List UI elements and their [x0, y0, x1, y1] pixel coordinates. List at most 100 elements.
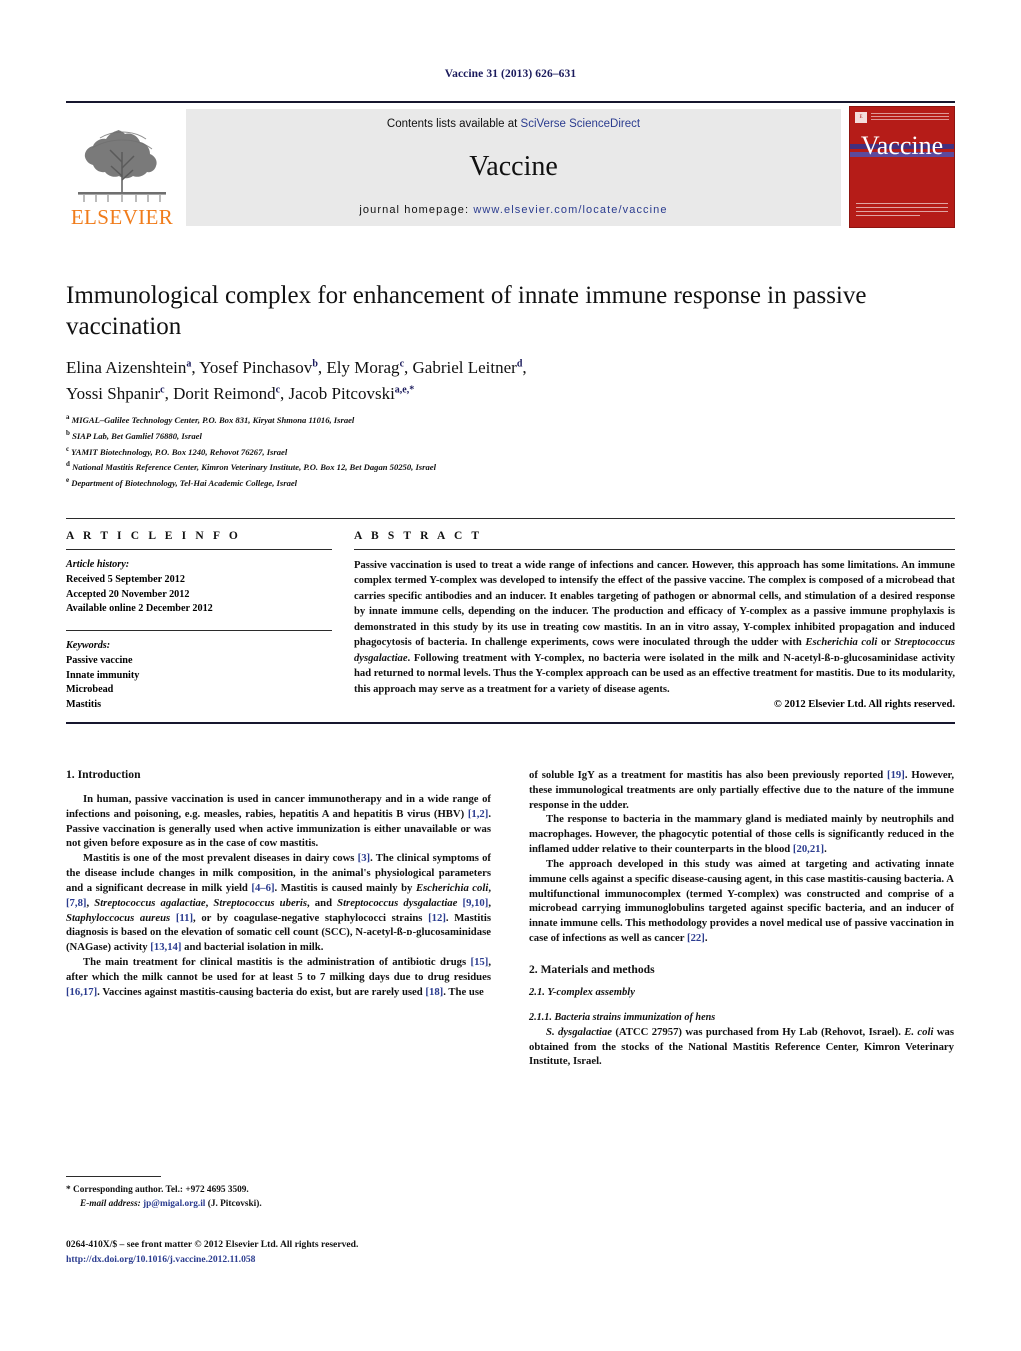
citation-ref[interactable]: [9,10]	[463, 897, 489, 909]
author-affil-marker[interactable]: c	[400, 358, 404, 369]
body-column-left: 1. Introduction In human, passive vaccin…	[66, 768, 491, 1238]
text-run: (ATCC 27957) was purchased from Hy Lab (…	[611, 1025, 905, 1038]
email-line: E-mail address: jp@migal.org.il (J. Pitc…	[66, 1198, 491, 1212]
sciencedirect-link[interactable]: SciVerse ScienceDirect	[521, 118, 641, 130]
intro-paragraph-5: The response to bacteria in the mammary …	[529, 812, 954, 856]
cover-header-row: E	[855, 111, 949, 123]
text-run: . The use	[443, 985, 484, 998]
affiliation-text: National Mastitis Reference Center, Kimr…	[72, 462, 436, 473]
author-name: Yosef Pinchasov	[199, 358, 313, 377]
band-bottom-rule	[66, 722, 955, 725]
affiliation-marker: b	[66, 428, 70, 437]
intro-paragraph-1: In human, passive vaccination is used in…	[66, 792, 491, 851]
citation-ref[interactable]: [19]	[887, 769, 905, 781]
article-info-label: A R T I C L E I N F O	[66, 530, 241, 542]
author-affil-marker[interactable]: c	[276, 384, 280, 395]
keyword-item: Microbead	[66, 684, 114, 696]
text-run: The response to bacteria in the mammary …	[529, 813, 954, 856]
text-run: ,	[488, 881, 492, 894]
author-name: Elina Aizenshtein	[66, 358, 187, 377]
affiliation-text: YAMIT Biotechnology, P.O. Box 1240, Reho…	[71, 446, 288, 457]
species-name: Escherichia coli	[415, 881, 489, 894]
author-affil-marker[interactable]: b	[312, 358, 318, 369]
species-name: S. dysgalactiae	[546, 1025, 612, 1038]
text-run: .	[704, 931, 708, 944]
issn-line: 0264-410X/$ – see front matter © 2012 El…	[66, 1239, 359, 1250]
keywords-block: Keywords: Passive vaccine Innate immunit…	[66, 630, 332, 713]
author-affil-marker[interactable]: a	[186, 358, 191, 369]
species-name: Staphyloccocus aureus	[66, 911, 171, 924]
abstract-part-2: . Following treatment with Y-complex, no…	[354, 652, 955, 695]
citation-ref[interactable]: [3]	[358, 852, 370, 864]
citation-ref[interactable]: [7,8]	[66, 897, 86, 909]
text-run: The approach developed in this study was…	[529, 857, 954, 944]
species-name: E. coli	[904, 1025, 934, 1038]
citation-ref[interactable]: [22]	[687, 932, 705, 944]
journal-cover-thumbnail[interactable]: E Vaccine	[849, 106, 955, 228]
masthead-center-panel: Contents lists available at SciVerse Sci…	[186, 109, 841, 226]
corresponding-author-text: Corresponding author. Tel.: +972 4695 35…	[72, 1185, 249, 1195]
elsevier-wordmark: ELSEVIER	[70, 205, 174, 229]
author-affil-marker[interactable]: d	[517, 358, 523, 369]
text-run: of soluble IgY as a treatment for mastit…	[529, 769, 888, 781]
body-columns: 1. Introduction In human, passive vaccin…	[66, 768, 955, 1238]
email-link[interactable]: jp@migal.org.il	[143, 1199, 205, 1209]
affiliation-text: SIAP Lab, Bet Gamliel 76880, Israel	[72, 430, 202, 441]
keyword-item: Mastitis	[66, 699, 102, 711]
author-name: Jacob Pitcovski	[288, 383, 395, 403]
citation-ref[interactable]: [18]	[425, 986, 443, 998]
intro-paragraph-4: of soluble IgY as a treatment for mastit…	[529, 768, 954, 812]
contents-prefix: Contents lists available at	[386, 118, 521, 130]
article-info-column: A R T I C L E I N F O Article history: R…	[66, 530, 332, 713]
issn-copyright-block: 0264-410X/$ – see front matter © 2012 El…	[66, 1238, 566, 1268]
history-item: Available online 2 December 2012	[66, 603, 213, 615]
subsubsection-heading-bacteria-strains: 2.1.1. Bacteria strains immunization of …	[529, 1011, 716, 1023]
text-run: , and	[307, 896, 338, 909]
cover-elsevier-mark-icon: E	[855, 111, 867, 123]
citation-ref[interactable]: [11]	[176, 912, 193, 924]
keyword-item: Innate immunity	[66, 669, 140, 681]
citation-ref[interactable]: [12]	[428, 912, 446, 924]
text-run: In human, passive vaccination is used in…	[66, 793, 491, 820]
affiliation-item: c YAMIT Biotechnology, P.O. Box 1240, Re…	[66, 444, 896, 460]
author-affil-marker[interactable]: a,e,*	[395, 384, 414, 395]
abstract-label: A B S T R A C T	[354, 530, 483, 542]
text-run: Mastitis is one of the most prevalent di…	[83, 852, 358, 865]
affiliation-marker: e	[66, 476, 70, 485]
affiliation-marker: c	[66, 444, 70, 453]
citation-ref[interactable]: [4–6]	[251, 882, 274, 894]
info-abstract-band: A R T I C L E I N F O Article history: R…	[66, 518, 955, 725]
intro-paragraph-6: The approach developed in this study was…	[529, 857, 954, 946]
intro-paragraph-3: The main treatment for clinical mastitis…	[66, 955, 491, 999]
citation-ref[interactable]: [20,21]	[793, 843, 824, 855]
homepage-url-link[interactable]: www.elsevier.com/locate/vaccine	[473, 204, 667, 216]
running-head: Vaccine 31 (2013) 626–631	[444, 68, 577, 80]
text-run: and bacterial isolation in milk.	[181, 941, 324, 954]
abstract-copyright: © 2012 Elsevier Ltd. All rights reserved…	[773, 699, 955, 711]
doi-link[interactable]: http://dx.doi.org/10.1016/j.vaccine.2012…	[66, 1253, 566, 1268]
species-name: Streptococcus agalactiae	[94, 896, 206, 909]
keyword-item: Passive vaccine	[66, 654, 133, 666]
citation-ref[interactable]: [15]	[471, 956, 489, 968]
cover-journal-title: Vaccine	[860, 131, 944, 160]
corresponding-author-line: * Corresponding author. Tel.: +972 4695 …	[66, 1184, 491, 1198]
affiliation-item: a MIGAL–Galilee Technology Center, P.O. …	[66, 412, 896, 428]
species-name: Streptococcus dysgalactiae	[337, 896, 458, 909]
citation-ref[interactable]: [1,2]	[468, 808, 488, 820]
citation-ref[interactable]: [16,17]	[66, 986, 97, 998]
methods-paragraph-1: S. dysgalactiae (ATCC 27957) was purchas…	[529, 1025, 954, 1069]
keywords-title: Keywords:	[66, 640, 111, 652]
email-suffix: (J. Pitcovski).	[207, 1198, 262, 1209]
history-item: Accepted 20 November 2012	[66, 588, 190, 600]
abstract-italic-ecoli: Escherichia coli	[805, 637, 878, 649]
journal-masthead: ELSEVIER Contents lists available at Sci…	[66, 101, 955, 229]
citation-ref[interactable]: [13,14]	[150, 941, 181, 953]
text-run: ,	[488, 896, 492, 909]
article-history-block: Article history: Received 5 September 20…	[66, 550, 332, 617]
section-heading-materials-methods: 2. Materials and methods	[529, 962, 655, 976]
abstract-part-1: Passive vaccination is used to treat a w…	[354, 560, 955, 649]
author-affil-marker[interactable]: c	[160, 384, 164, 395]
affiliation-marker: a	[66, 413, 70, 421]
affiliation-item: b SIAP Lab, Bet Gamliel 76880, Israel	[66, 428, 896, 444]
contents-list-line: Contents lists available at SciVerse Sci…	[387, 118, 640, 130]
